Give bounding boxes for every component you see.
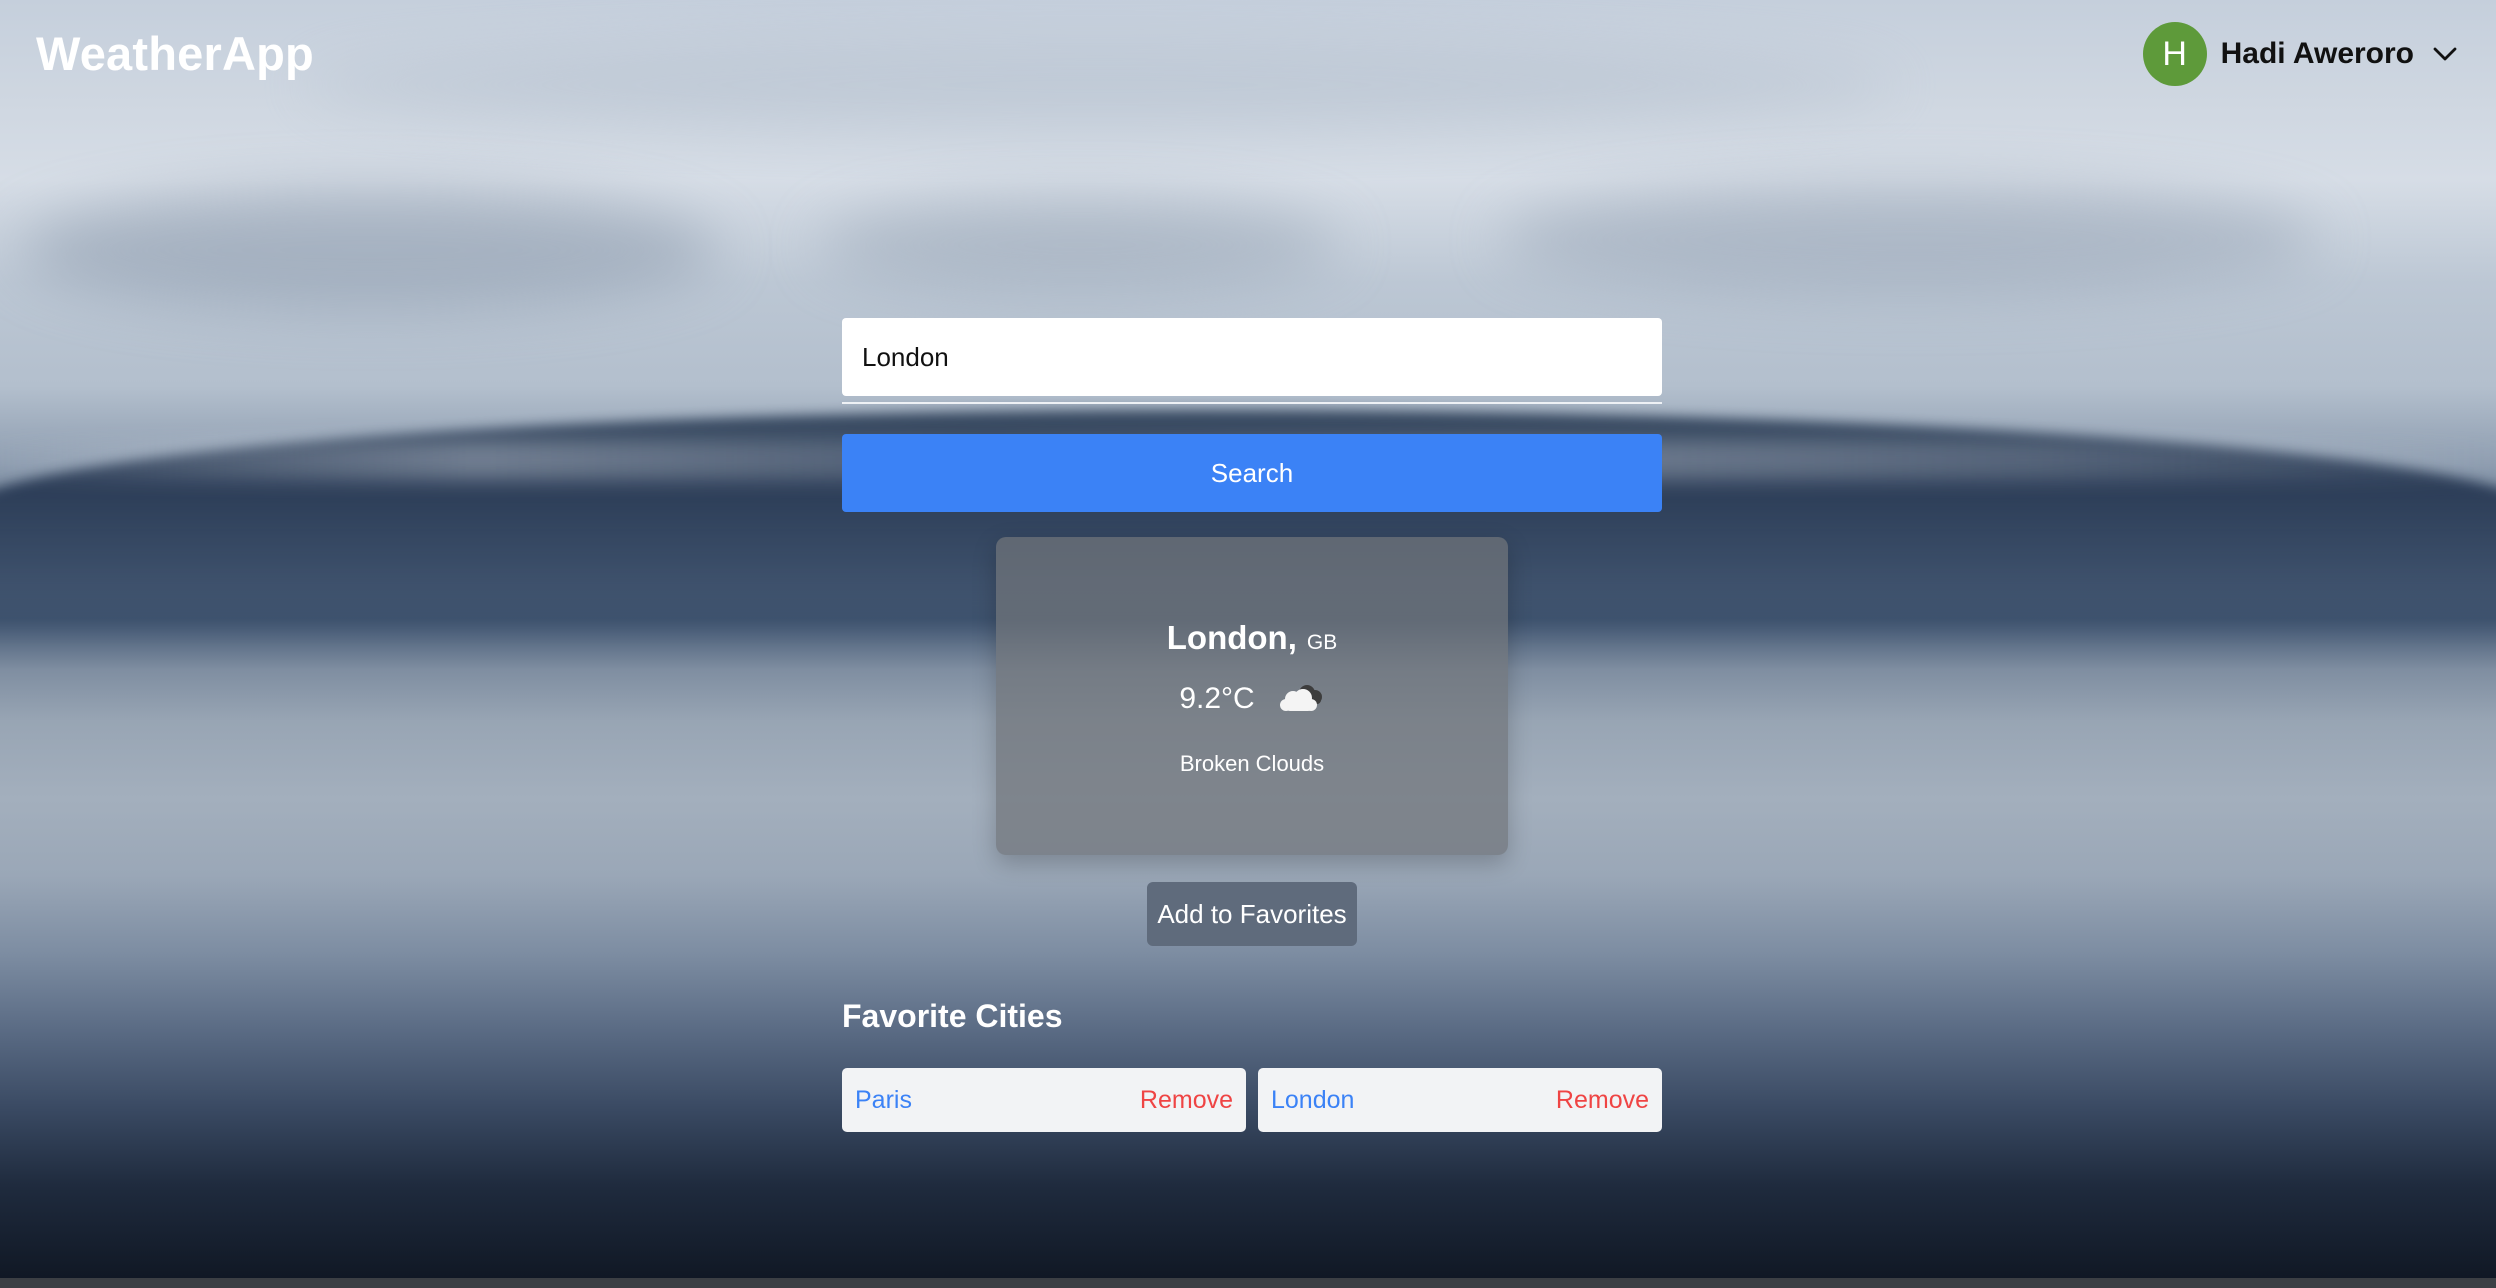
app-logo-title[interactable]: WeatherApp: [36, 26, 314, 81]
favorites-heading: Favorite Cities: [842, 998, 1063, 1034]
background-cloud: [820, 200, 1340, 290]
favorite-city-item: London Remove: [1258, 1068, 1662, 1132]
background-cloud: [300, 40, 1900, 130]
weather-location: London, GB: [996, 619, 1508, 657]
weather-temperature-row: 9.2°C: [996, 681, 1508, 717]
weather-country: GB: [1306, 631, 1338, 654]
chevron-down-icon[interactable]: [2428, 37, 2462, 71]
weather-card: London, GB 9.2°C Broken Clouds: [996, 537, 1508, 855]
bottom-edge-bar: [0, 1278, 2496, 1288]
user-menu[interactable]: H Hadi Aweroro: [2142, 22, 2462, 86]
favorite-city-link-london[interactable]: London: [1271, 1086, 1354, 1115]
app-root: WeatherApp H Hadi Aweroro Search London,…: [0, 0, 2496, 1288]
broken-clouds-icon: [1277, 681, 1325, 717]
background-cloud: [20, 190, 720, 310]
search-button[interactable]: Search: [842, 434, 1662, 512]
weather-temperature: 9.2°C: [1179, 682, 1255, 715]
background-cloud: [1500, 185, 2320, 295]
add-to-favorites-button[interactable]: Add to Favorites: [1147, 882, 1357, 946]
remove-favorite-button[interactable]: Remove: [1140, 1086, 1233, 1115]
favorite-city-link-paris[interactable]: Paris: [855, 1086, 912, 1115]
search-input-underline: [842, 402, 1662, 404]
user-name[interactable]: Hadi Aweroro: [2221, 37, 2414, 71]
favorites-list: Paris Remove London Remove: [842, 1068, 1662, 1132]
weather-city: London,: [1166, 619, 1297, 656]
favorite-city-item: Paris Remove: [842, 1068, 1246, 1132]
city-search-input[interactable]: [842, 318, 1662, 396]
avatar[interactable]: H: [2142, 22, 2207, 86]
weather-description: Broken Clouds: [1179, 751, 1325, 776]
remove-favorite-button[interactable]: Remove: [1556, 1086, 1649, 1115]
